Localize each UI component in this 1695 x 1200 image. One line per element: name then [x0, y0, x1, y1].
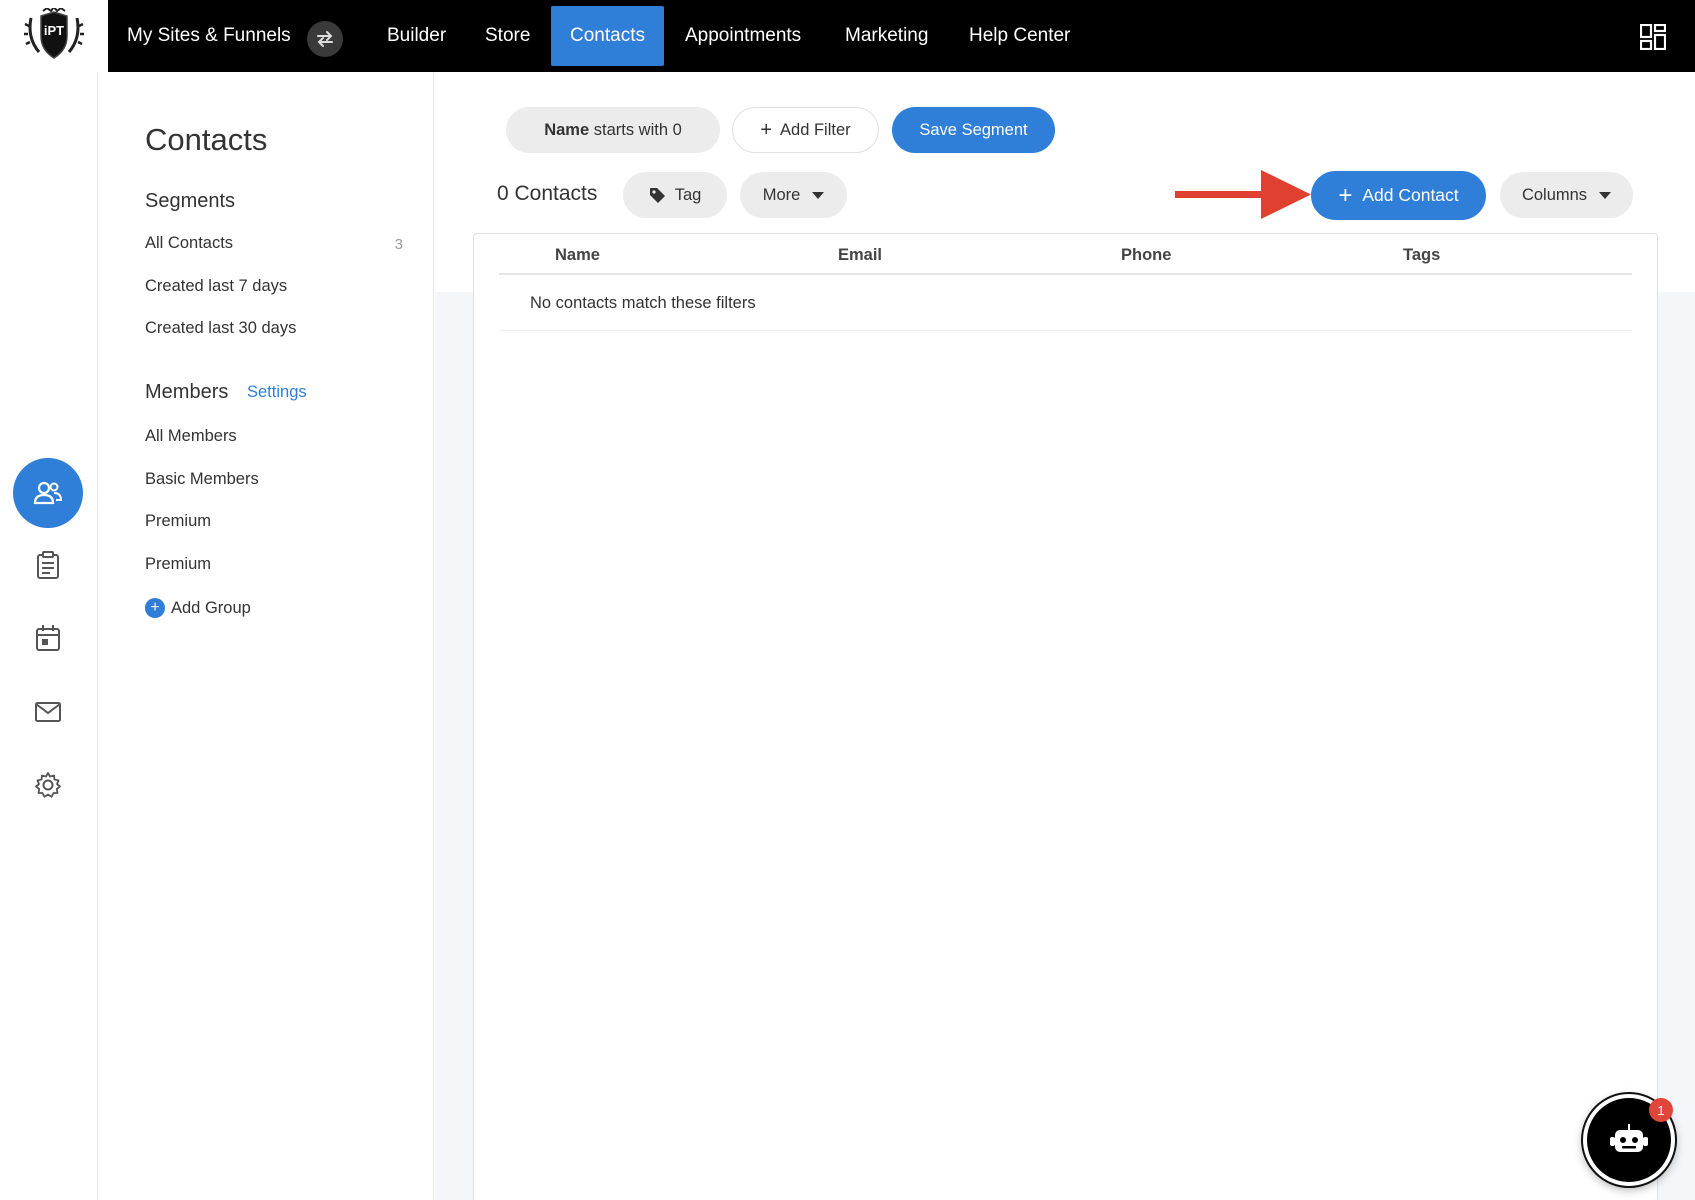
members-premium-2[interactable]: Premium [145, 555, 211, 574]
annotation-arrow-icon [1175, 170, 1311, 219]
add-group-button[interactable]: + Add Group [145, 598, 251, 618]
segment-all-contacts-count: 3 [394, 236, 403, 253]
plus-icon: + [1338, 181, 1353, 209]
nav-help-center[interactable]: Help Center [969, 0, 1070, 72]
more-label: More [762, 185, 801, 204]
row-divider [499, 330, 1632, 331]
members-settings-link[interactable]: Settings [247, 383, 307, 402]
nav-my-sites-funnels[interactable]: My Sites & Funnels [127, 0, 291, 72]
rail-email-button[interactable] [33, 697, 63, 727]
segment-label: All Contacts [145, 234, 234, 252]
contacts-sidebar: Contacts Segments All Contacts 3 Created… [98, 72, 434, 1200]
contacts-table: Name Email Phone Tags No contacts match … [473, 233, 1658, 1200]
swap-arrows-icon [317, 31, 333, 47]
nav-marketing[interactable]: Marketing [845, 0, 928, 72]
tag-icon [649, 187, 665, 203]
tag-label: Tag [674, 185, 702, 204]
nav-my-sites-label: My Sites & Funnels [127, 25, 291, 46]
segment-created-last-30-days[interactable]: Created last 30 days [145, 319, 296, 338]
more-dropdown[interactable]: More [740, 172, 847, 218]
tag-button[interactable]: Tag [623, 172, 727, 218]
plus-circle-icon: + [145, 598, 165, 618]
add-contact-label: Add Contact [1362, 185, 1459, 205]
svg-text:iPT: iPT [44, 23, 64, 38]
calendar-icon [36, 625, 60, 651]
brand-logo[interactable]: iPT [0, 0, 108, 72]
add-group-label: Add Group [171, 598, 251, 617]
sidebar-title: Contacts [145, 122, 268, 157]
nav-builder[interactable]: Builder [387, 0, 446, 72]
plus-icon: + [760, 118, 773, 141]
add-filter-button[interactable]: + Add Filter [732, 107, 879, 153]
robot-icon [1610, 1124, 1648, 1152]
top-nav: iPT My Sites & Funnels Builder Store Con… [0, 0, 1695, 72]
nav-contacts[interactable]: Contacts [551, 6, 664, 66]
segments-heading: Segments [145, 190, 236, 212]
save-segment-button[interactable]: Save Segment [892, 107, 1055, 153]
active-filter-chip[interactable]: Name starts with 0 [506, 107, 720, 153]
chevron-down-icon [812, 191, 825, 199]
column-header-phone[interactable]: Phone [1121, 246, 1171, 265]
envelope-icon [35, 702, 61, 722]
rail-calendar-button[interactable] [33, 623, 63, 653]
nav-store[interactable]: Store [485, 0, 530, 72]
clipboard-icon [37, 551, 59, 579]
chatbot-button[interactable]: 1 [1583, 1094, 1675, 1186]
columns-label: Columns [1521, 185, 1588, 204]
apps-grid-icon[interactable] [1639, 23, 1667, 55]
columns-dropdown[interactable]: Columns [1500, 172, 1633, 218]
contacts-count: 0 Contacts [497, 182, 598, 205]
segment-created-last-7-days[interactable]: Created last 7 days [145, 277, 287, 296]
switch-site-button[interactable] [307, 21, 343, 57]
notification-badge: 1 [1649, 1098, 1673, 1122]
members-all-members[interactable]: All Members [145, 427, 237, 446]
contacts-people-icon [33, 481, 63, 505]
column-header-email[interactable]: Email [838, 246, 882, 265]
nav-appointments[interactable]: Appointments [685, 0, 801, 72]
gear-icon [35, 772, 61, 798]
chevron-down-icon [1599, 191, 1612, 199]
header-divider [499, 273, 1632, 275]
rail-settings-button[interactable] [33, 770, 63, 800]
column-header-name[interactable]: Name [555, 246, 600, 265]
empty-state-message: No contacts match these filters [530, 294, 756, 312]
members-basic-members[interactable]: Basic Members [145, 470, 259, 489]
column-header-tags[interactable]: Tags [1403, 246, 1440, 265]
filter-field: Name [544, 120, 590, 139]
add-filter-label: Add Filter [780, 120, 851, 139]
icon-rail [0, 72, 98, 1200]
members-heading: Members [145, 381, 229, 403]
rail-contacts-button[interactable] [13, 458, 83, 528]
rail-clipboard-button[interactable] [33, 550, 63, 580]
segment-all-contacts[interactable]: All Contacts [145, 234, 405, 253]
filter-condition: starts with 0 [593, 120, 682, 139]
members-premium[interactable]: Premium [145, 512, 211, 531]
shield-logo-icon: iPT [24, 8, 84, 59]
add-contact-button[interactable]: + Add Contact [1311, 171, 1486, 220]
